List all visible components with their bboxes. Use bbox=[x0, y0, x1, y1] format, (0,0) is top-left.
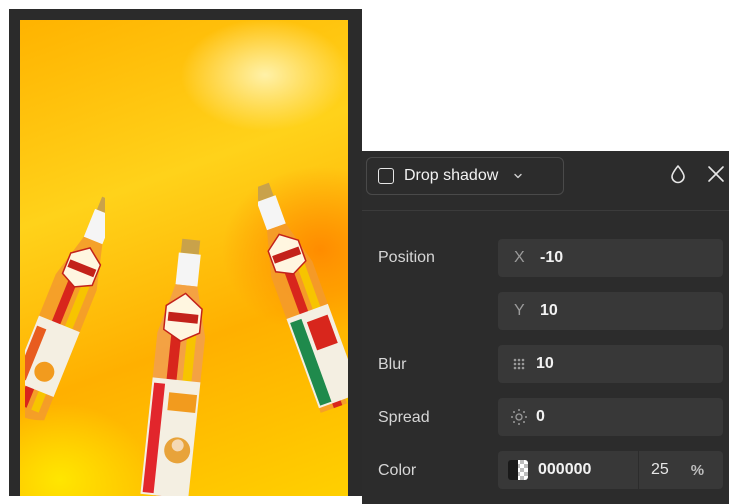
color-opacity-input[interactable]: 25 % bbox=[639, 451, 723, 489]
blur-value: 10 bbox=[536, 355, 554, 372]
position-y-input[interactable]: Y 10 bbox=[498, 292, 723, 330]
color-label: Color bbox=[378, 462, 417, 479]
color-hex-value: 000000 bbox=[538, 461, 592, 478]
position-y-value: 10 bbox=[540, 302, 558, 319]
close-icon[interactable] bbox=[705, 163, 727, 185]
opacity-unit: % bbox=[690, 461, 705, 479]
spread-input[interactable]: 0 bbox=[498, 398, 723, 436]
artboard-image[interactable] bbox=[20, 20, 348, 496]
position-x-value: -10 bbox=[540, 249, 564, 266]
x-prefix: X bbox=[514, 249, 525, 266]
spread-icon bbox=[511, 409, 527, 425]
effect-properties-panel: Drop shadow Position X -10 Y 10 Blur 10 … bbox=[362, 151, 729, 504]
position-x-input[interactable]: X -10 bbox=[498, 239, 723, 277]
panel-header: Drop shadow bbox=[362, 151, 729, 211]
bottle-right bbox=[258, 182, 348, 413]
position-label: Position bbox=[378, 249, 435, 266]
spread-value: 0 bbox=[536, 408, 545, 425]
opacity-value: 25 bbox=[651, 461, 669, 478]
effect-enabled-checkbox[interactable] bbox=[378, 168, 394, 184]
blur-icon bbox=[513, 358, 525, 370]
blur-input[interactable]: 10 bbox=[498, 345, 723, 383]
effect-type-dropdown[interactable]: Drop shadow bbox=[366, 157, 564, 195]
chevron-down-icon bbox=[514, 173, 522, 179]
bottle-middle bbox=[140, 238, 206, 496]
bottle-left bbox=[25, 196, 105, 421]
spread-label: Spread bbox=[378, 409, 430, 426]
opacity-drop-icon[interactable] bbox=[667, 163, 689, 185]
color-hex-input[interactable]: 000000 bbox=[498, 451, 638, 489]
color-swatch[interactable] bbox=[508, 460, 528, 480]
y-prefix: Y bbox=[514, 302, 525, 319]
effect-type-label: Drop shadow bbox=[404, 167, 499, 184]
blur-label: Blur bbox=[378, 356, 407, 373]
